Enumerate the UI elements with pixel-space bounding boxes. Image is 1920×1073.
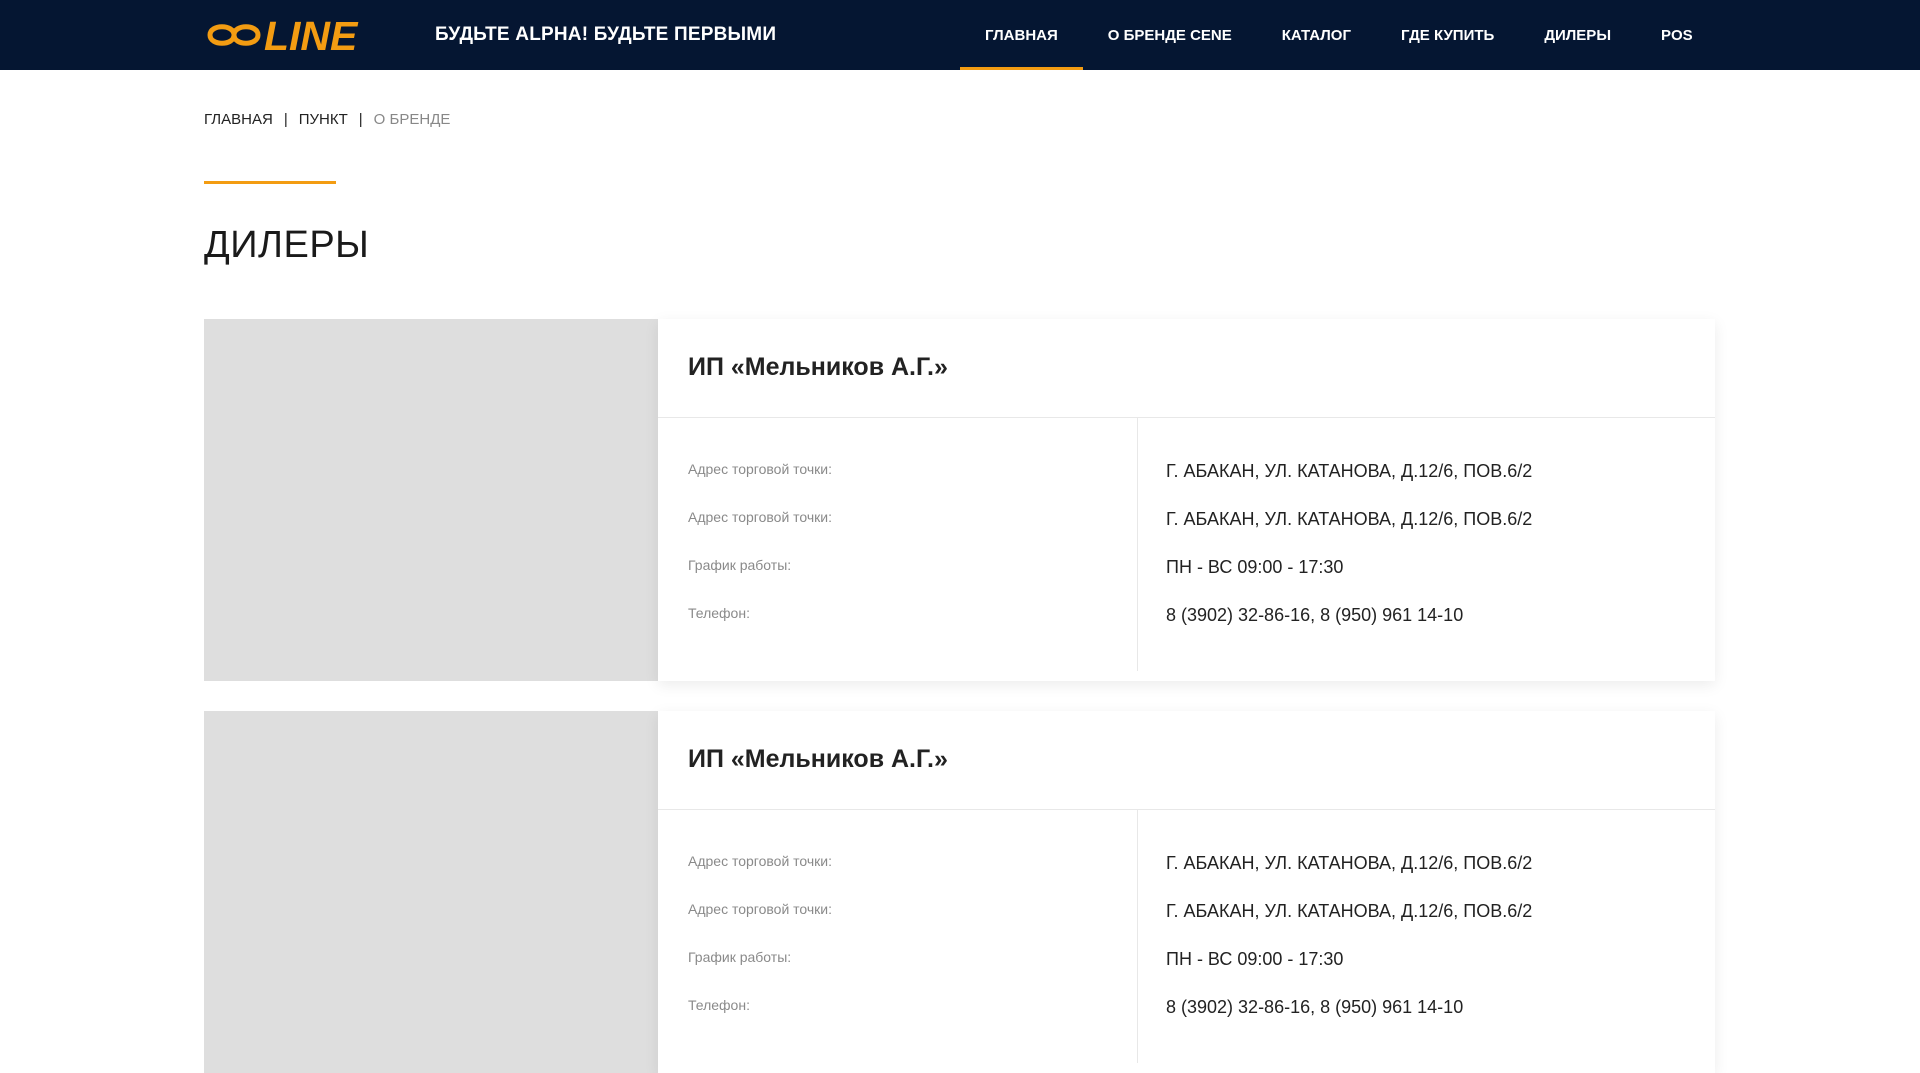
nav-item-catalog[interactable]: КАТАЛОГ <box>1257 0 1376 70</box>
phone-label: Телефон: <box>688 605 750 621</box>
dealer-photo-placeholder <box>204 319 658 681</box>
main-nav: ГЛАВНАЯ О БРЕНДЕ CENE КАТАЛОГ ГДЕ КУПИТЬ… <box>960 0 1718 70</box>
dealer-values: Г. АБАКАН, УЛ. КАТАНОВА, Д.12/6, ПОВ.6/2… <box>1166 851 1532 1043</box>
top-navigation-bar: LINE БУДЬТЕ ALPHA! БУДЬТЕ ПЕРВЫМИ ГЛАВНА… <box>0 0 1920 70</box>
address-value: Г. АБАКАН, УЛ. КАТАНОВА, Д.12/6, ПОВ.6/2 <box>1166 461 1533 481</box>
divider <box>658 417 1715 418</box>
divider <box>1137 418 1138 671</box>
dealer-values: Г. АБАКАН, УЛ. КАТАНОВА, Д.12/6, ПОВ.6/2… <box>1166 459 1532 651</box>
schedule-label: График работы: <box>688 949 792 965</box>
schedule-value: ПН - ВС 09:00 - 17:30 <box>1166 557 1344 577</box>
schedule-label: График работы: <box>688 557 792 573</box>
breadcrumb: ГЛАВНАЯ | ПУНКТ | О БРЕНДЕ <box>204 111 450 128</box>
schedule-value: ПН - ВС 09:00 - 17:30 <box>1166 949 1344 969</box>
dealer-card: ИП «Мельников А.Г.» Адрес торговой точки… <box>204 319 1715 681</box>
address-value: Г. АБАКАН, УЛ. КАТАНОВА, Д.12/6, ПОВ.6/2 <box>1166 901 1533 921</box>
divider <box>658 809 1715 810</box>
brand-tagline: БУДЬТЕ ALPHA! БУДЬТЕ ПЕРВЫМИ <box>435 24 777 45</box>
dealer-labels: Адрес торговой точки: Адрес торговой точ… <box>688 851 832 1043</box>
dealer-photo-placeholder <box>204 711 658 1073</box>
breadcrumb-separator: | <box>358 111 363 128</box>
nav-item-about-brand[interactable]: О БРЕНДЕ CENE <box>1083 0 1257 70</box>
dealer-name: ИП «Мельников А.Г.» <box>688 745 948 773</box>
breadcrumb-home[interactable]: ГЛАВНАЯ <box>204 111 273 128</box>
divider <box>1137 810 1138 1063</box>
title-accent-line <box>204 181 336 184</box>
breadcrumb-current: О БРЕНДЕ <box>373 111 451 128</box>
alpha-line-logo[interactable]: LINE <box>204 12 404 59</box>
address-value: Г. АБАКАН, УЛ. КАТАНОВА, Д.12/6, ПОВ.6/2 <box>1166 509 1533 529</box>
address-value: Г. АБАКАН, УЛ. КАТАНОВА, Д.12/6, ПОВ.6/2 <box>1166 853 1533 873</box>
logo-wordmark: LINE <box>264 13 359 58</box>
page-title: ДИЛЕРЫ <box>204 224 370 266</box>
address-label: Адрес торговой точки: <box>688 853 833 869</box>
dealer-labels: Адрес торговой точки: Адрес торговой точ… <box>688 459 832 651</box>
nav-item-pos[interactable]: POS <box>1636 0 1718 70</box>
breadcrumb-separator: | <box>283 111 288 128</box>
phone-value[interactable]: 8 (3902) 32-86-16, 8 (950) 961 14-10 <box>1166 995 1532 1043</box>
breadcrumb-point[interactable]: ПУНКТ <box>299 111 348 128</box>
nav-item-home[interactable]: ГЛАВНАЯ <box>960 0 1083 70</box>
dealer-name: ИП «Мельников А.Г.» <box>688 353 948 381</box>
nav-item-where-to-buy[interactable]: ГДЕ КУПИТЬ <box>1376 0 1519 70</box>
phone-value[interactable]: 8 (3902) 32-86-16, 8 (950) 961 14-10 <box>1166 603 1532 651</box>
dealer-card: ИП «Мельников А.Г.» Адрес торговой точки… <box>204 711 1715 1073</box>
nav-item-dealers[interactable]: ДИЛЕРЫ <box>1519 0 1636 70</box>
address-label: Адрес торговой точки: <box>688 901 833 917</box>
dealer-card-body: ИП «Мельников А.Г.» Адрес торговой точки… <box>658 319 1715 681</box>
phone-label: Телефон: <box>688 997 750 1013</box>
address-label: Адрес торговой точки: <box>688 509 833 525</box>
address-label: Адрес торговой точки: <box>688 461 833 477</box>
dealer-card-body: ИП «Мельников А.Г.» Адрес торговой точки… <box>658 711 1715 1073</box>
